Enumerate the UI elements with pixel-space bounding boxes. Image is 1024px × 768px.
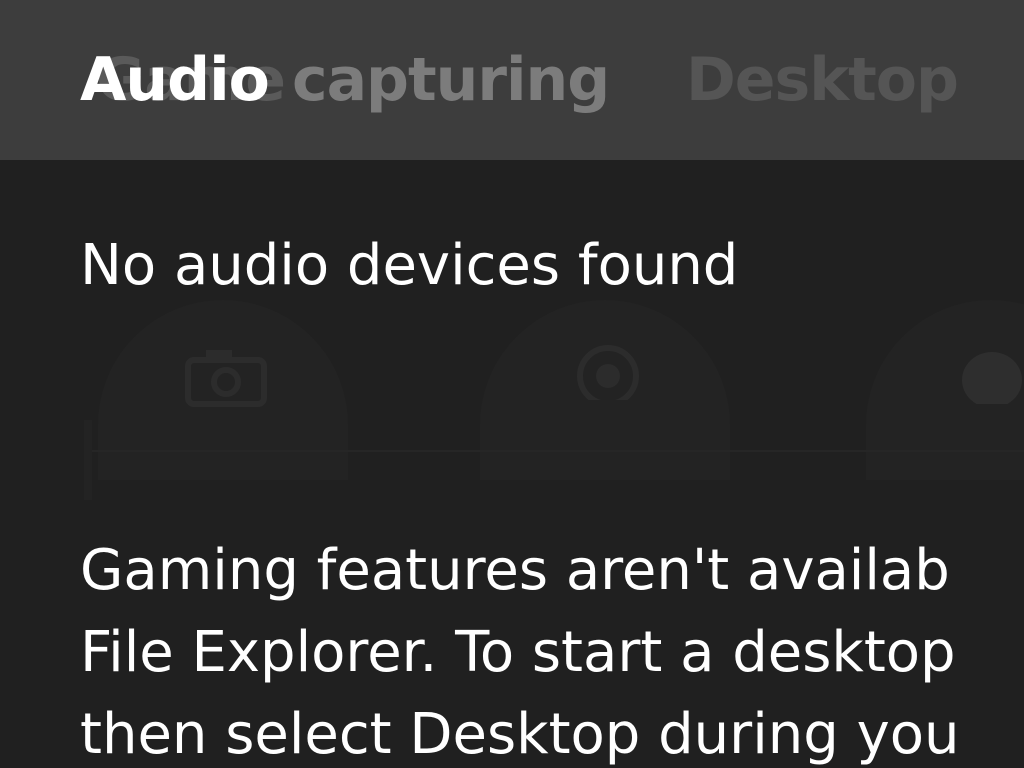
mic-icon bbox=[962, 352, 1022, 404]
page-title: Audio bbox=[80, 45, 270, 115]
camera-icon bbox=[185, 350, 267, 407]
panel-edge bbox=[84, 420, 92, 500]
record-icon bbox=[577, 345, 639, 400]
widget-header: Game capturing Desktop Audio bbox=[0, 0, 1024, 160]
ghost-tab-desktop: Desktop bbox=[686, 45, 959, 115]
description-line: then select Desktop during you bbox=[80, 702, 960, 767]
no-devices-message: No audio devices found bbox=[80, 233, 739, 298]
ghost-tab-capturing: capturing bbox=[292, 45, 610, 115]
description-line: File Explorer. To start a desktop bbox=[80, 620, 956, 685]
background-capture-panel bbox=[0, 160, 1024, 530]
panel-divider bbox=[92, 450, 1024, 452]
description-line: Gaming features aren't availab bbox=[80, 538, 950, 603]
gaming-features-description: Gaming features aren't availab File Expl… bbox=[80, 530, 959, 768]
game-bar-audio-panel: Game capturing Desktop Audio No audio de… bbox=[0, 0, 1024, 768]
